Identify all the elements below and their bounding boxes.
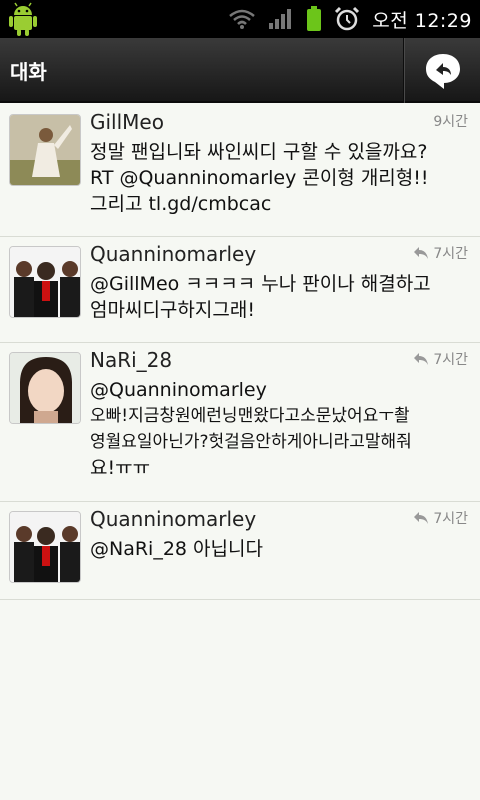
reply-arrow-icon	[414, 512, 429, 524]
avatar[interactable]	[9, 511, 81, 583]
author-name: GillMeo	[90, 110, 164, 134]
status-clock: 오전 12:29	[372, 9, 472, 32]
list-item[interactable]: GillMeo 9시간 정말 팬입니돠 싸인씨디 구할 수 있을까요? RT @…	[0, 105, 480, 237]
tweet-text-line: @GillMeo ㅋㅋㅋㅋ 누나 판이나 해결하고	[90, 273, 431, 295]
avatar[interactable]	[9, 352, 81, 424]
list-item[interactable]: NaRi_28 7시간 @Quanninomarley 오빠!지금창원에런닝맨왔…	[0, 343, 480, 502]
avatar[interactable]	[9, 246, 81, 318]
tweet-text-line: 요!ㅠㅠ	[90, 457, 151, 479]
reply-button[interactable]	[406, 38, 480, 103]
timestamp: 7시간	[413, 243, 468, 263]
signal-icon	[269, 9, 292, 29]
tweet-text-line: @NaRi_28 아닙니다	[90, 538, 263, 560]
tweet-text: 정말 팬입니돠 싸인씨디 구할 수 있을까요? RT @Quanninomarl…	[90, 139, 470, 217]
wifi-icon	[229, 9, 256, 29]
tweet-text-line: 정말 팬입니돠 싸인씨디 구할 수 있을까요?	[90, 141, 428, 163]
conversation-list: GillMeo 9시간 정말 팬입니돠 싸인씨디 구할 수 있을까요? RT @…	[0, 105, 480, 600]
tweet-text-line: 그리고 tl.gd/cmbcac	[90, 193, 272, 215]
alarm-icon	[335, 6, 360, 31]
status-bar: 오전 12:29	[0, 0, 480, 38]
timestamp: 9시간	[433, 114, 468, 130]
reply-icon	[426, 53, 460, 89]
tweet-text: @NaRi_28 아닙니다	[90, 536, 470, 562]
tweet-text-line: 오빠!지금창원에런닝맨왔다고소문났어요ㅜ촬	[90, 406, 410, 426]
tweet-text: @GillMeo ㅋㅋㅋㅋ 누나 판이나 해결하고 엄마씨디구하지그래!	[90, 271, 470, 323]
android-notification-icon	[9, 2, 37, 36]
author-name: Quanninomarley	[90, 507, 257, 531]
list-item[interactable]: Quanninomarley 7시간 @NaRi_28 아닙니다	[0, 502, 480, 600]
title-divider	[403, 38, 405, 103]
tweet-text: @Quanninomarley 오빠!지금창원에런닝맨왔다고소문났어요ㅜ촬 영월…	[90, 377, 470, 481]
tweet-text-line: @Quanninomarley	[90, 379, 267, 401]
author-name: Quanninomarley	[90, 242, 257, 266]
title-bar: 대화	[0, 38, 480, 103]
tweet-text-line: 영월요일아닌가?헛걸음안하게아니라고말해줘	[90, 432, 412, 452]
author-name: NaRi_28	[90, 348, 173, 372]
avatar[interactable]	[9, 114, 81, 186]
timestamp: 7시간	[413, 349, 468, 369]
reply-arrow-icon	[414, 353, 429, 365]
tweet-text-line: RT @Quanninomarley 콘이형 개리형!!	[90, 167, 429, 189]
tweet-text-line: 엄마씨디구하지그래!	[90, 299, 255, 321]
list-item[interactable]: Quanninomarley 7시간 @GillMeo ㅋㅋㅋㅋ 누나 판이나 …	[0, 237, 480, 343]
reply-arrow-icon	[414, 247, 429, 259]
page-title: 대화	[10, 60, 47, 84]
battery-icon	[307, 6, 322, 31]
timestamp: 7시간	[413, 508, 468, 528]
